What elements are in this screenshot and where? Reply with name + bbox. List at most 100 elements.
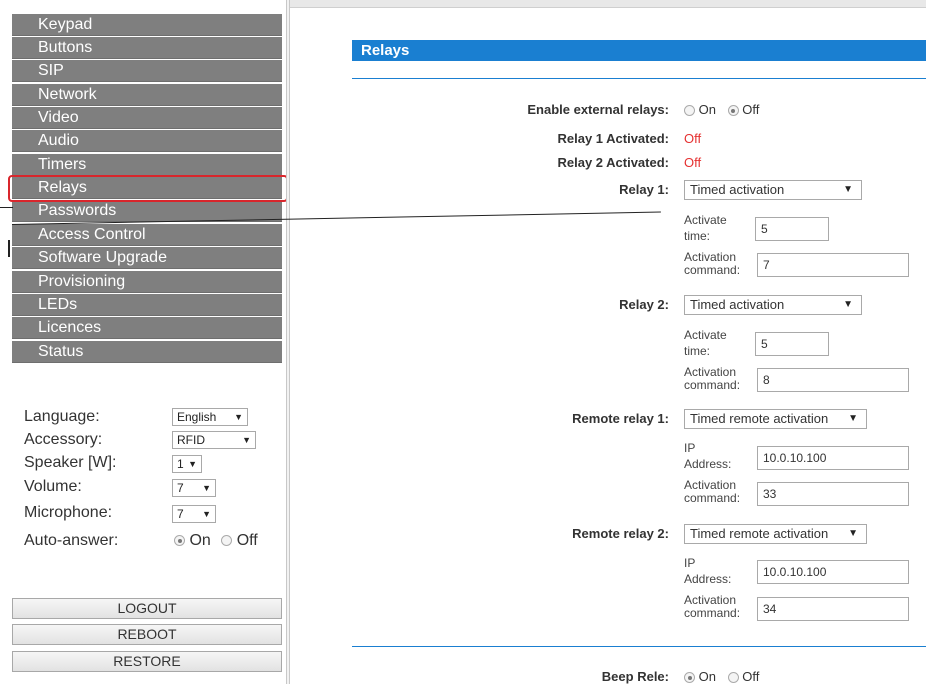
volume-value: 7 <box>177 481 184 495</box>
speaker-select[interactable]: 1 ▼ <box>172 455 202 473</box>
chevron-down-icon: ▼ <box>848 413 858 424</box>
relay1-activate-time-label-line1: Activate <box>684 213 727 227</box>
top-strip <box>290 0 926 8</box>
relay2-label: Relay 2: <box>619 297 669 312</box>
auto-answer-on-radio[interactable] <box>174 535 185 547</box>
relay1-activated-value: Off <box>684 131 702 146</box>
sidebar-item-sip[interactable]: SIP <box>12 60 282 82</box>
sidebar-divider <box>286 0 290 684</box>
sidebar-item-buttons[interactable]: Buttons <box>12 37 282 59</box>
relay2-activation-command-label: Activation command: <box>684 366 740 392</box>
chevron-down-icon: ▼ <box>843 184 853 195</box>
relay2-mode-value: Timed activation <box>690 297 785 312</box>
speaker-setting: Speaker [W]: 1 ▼ <box>24 452 224 474</box>
relay1-mode-value: Timed activation <box>690 182 785 197</box>
remote-relay1-activation-command-label-line2: command: <box>684 491 741 505</box>
relay2-activate-time-label-line1: Activate <box>684 328 727 342</box>
enable-external-relays-off-radio[interactable] <box>727 105 739 117</box>
auto-answer-setting: Auto-answer: On Off <box>24 530 284 552</box>
accessory-select[interactable]: RFID ▼ <box>172 431 256 449</box>
sidebar-item-provisioning[interactable]: Provisioning <box>12 271 282 293</box>
sidebar-item-timers[interactable]: Timers <box>12 154 282 176</box>
volume-setting: Volume: 7 ▼ <box>24 476 224 498</box>
relay1-label: Relay 1: <box>619 182 669 197</box>
enable-external-relays-options: On Off <box>684 102 767 117</box>
remote-relay1-activation-command-label: Activation command: <box>684 479 740 505</box>
remote-relay1-ip-label: IP Address: <box>684 442 731 471</box>
remote-relay2-mode-select[interactable]: Timed remote activation ▼ <box>684 524 867 544</box>
chevron-down-icon: ▼ <box>848 528 858 539</box>
chevron-down-icon: ▼ <box>242 435 251 445</box>
sidebar-item-keypad[interactable]: Keypad <box>12 14 282 36</box>
remote-relay1-ip-input[interactable]: 10.0.10.100 <box>757 446 909 470</box>
remote-relay2-ip-label-line2: Address: <box>684 572 732 586</box>
speaker-label: Speaker [W]: <box>24 454 117 471</box>
volume-label: Volume: <box>24 478 82 495</box>
remote-relay2-activation-command-label: Activation command: <box>684 594 740 620</box>
beep-rele-off-label: Off <box>742 669 760 684</box>
beep-rele-on-label: On <box>698 669 716 684</box>
relay1-activation-command-label: Activation command: <box>684 251 740 277</box>
chevron-down-icon: ▼ <box>202 509 211 519</box>
section-divider-bottom <box>352 646 926 647</box>
language-value: English <box>177 410 217 424</box>
relay1-activation-command-input[interactable]: 7 <box>757 253 909 277</box>
section-title: Relays <box>352 40 926 61</box>
chevron-down-icon: ▼ <box>188 459 197 469</box>
relay2-activation-command-input[interactable]: 8 <box>757 368 909 392</box>
relay2-mode-select[interactable]: Timed activation ▼ <box>684 295 862 315</box>
enable-external-relays-on-radio[interactable] <box>684 105 695 117</box>
sidebar-item-status[interactable]: Status <box>12 341 282 363</box>
chevron-down-icon: ▼ <box>234 412 243 422</box>
remote-relay2-ip-label: IP Address: <box>684 557 731 586</box>
sidebar-item-audio[interactable]: Audio <box>12 130 282 152</box>
auto-answer-off-radio[interactable] <box>221 535 233 547</box>
relay2-activated-value: Off <box>684 155 702 170</box>
remote-relay1-label: Remote relay 1: <box>572 411 669 426</box>
chevron-down-icon: ▼ <box>843 299 853 310</box>
microphone-setting: Microphone: 7 ▼ <box>24 502 224 524</box>
relay1-activation-command-label-line2: command: <box>684 263 741 277</box>
accessory-label: Accessory: <box>24 431 103 448</box>
beep-rele-label: Beep Rele: <box>601 669 669 684</box>
accessory-value: RFID <box>177 433 205 447</box>
relay2-activate-time-input[interactable]: 5 <box>755 332 829 356</box>
remote-relay1-ip-label-line1: IP <box>684 441 696 455</box>
relay1-activate-time-input[interactable]: 5 <box>755 217 829 241</box>
sidebar-item-relays[interactable]: Relays <box>12 177 282 199</box>
relay1-activate-time-label: Activate time: <box>684 214 727 243</box>
enable-external-relays-off-label: Off <box>742 102 760 117</box>
section-divider-top <box>352 78 926 79</box>
restore-button[interactable]: RESTORE <box>12 651 282 672</box>
logout-button[interactable]: LOGOUT <box>12 598 282 619</box>
relay2-activate-time-label: Activate time: <box>684 329 727 358</box>
volume-select[interactable]: 7 ▼ <box>172 479 216 497</box>
sidebar-item-video[interactable]: Video <box>12 107 282 129</box>
remote-relay2-ip-input[interactable]: 10.0.10.100 <box>757 560 909 584</box>
remote-relay1-ip-label-line2: Address: <box>684 457 732 471</box>
beep-rele-off-radio[interactable] <box>727 672 739 684</box>
sidebar-item-licences[interactable]: Licences <box>12 317 282 339</box>
sidebar-item-software-upgrade[interactable]: Software Upgrade <box>12 247 282 269</box>
language-label: Language: <box>24 408 100 425</box>
sidebar-item-network[interactable]: Network <box>12 84 282 106</box>
remote-relay1-activation-command-input[interactable]: 33 <box>757 482 909 506</box>
sidebar: Keypad Buttons SIP Network Video Audio T… <box>0 0 288 684</box>
sidebar-item-access-control[interactable]: Access Control <box>12 224 282 246</box>
remote-relay2-ip-label-line1: IP <box>684 556 696 570</box>
remote-relay1-mode-select[interactable]: Timed remote activation ▼ <box>684 409 867 429</box>
reboot-button[interactable]: REBOOT <box>12 624 282 645</box>
relay2-activation-command-label-line2: command: <box>684 378 741 392</box>
remote-relay2-activation-command-label-line2: command: <box>684 606 741 620</box>
microphone-label: Microphone: <box>24 504 113 521</box>
relay2-activate-time-label-line2: time: <box>684 344 711 358</box>
remote-relay2-activation-command-input[interactable]: 34 <box>757 597 909 621</box>
beep-rele-on-radio[interactable] <box>684 672 695 684</box>
relay1-activated-label: Relay 1 Activated: <box>557 131 669 146</box>
auto-answer-on-label: On <box>189 532 211 549</box>
sidebar-item-leds[interactable]: LEDs <box>12 294 282 316</box>
microphone-select[interactable]: 7 ▼ <box>172 505 216 523</box>
relay1-mode-select[interactable]: Timed activation ▼ <box>684 180 862 200</box>
relay2-activated-label: Relay 2 Activated: <box>557 155 669 170</box>
language-select[interactable]: English ▼ <box>172 408 248 426</box>
